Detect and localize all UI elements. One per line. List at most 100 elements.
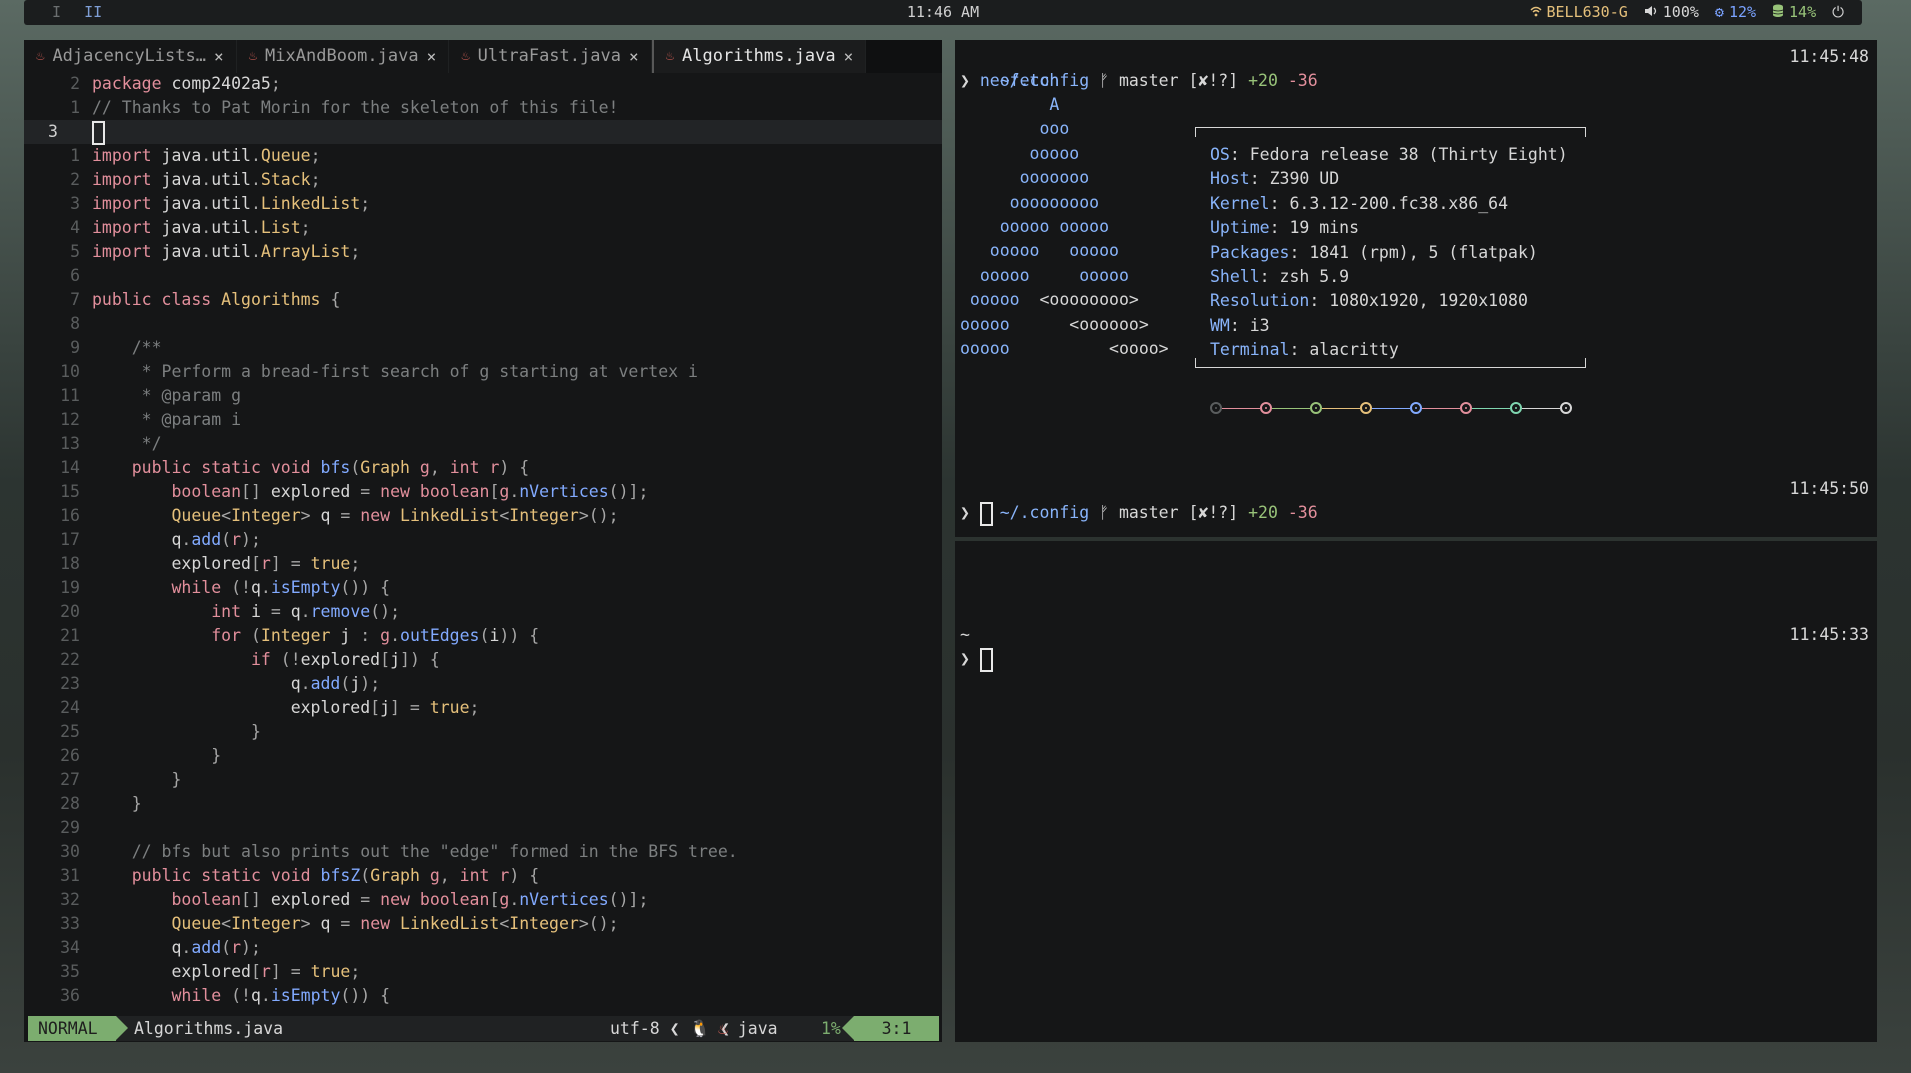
- code-line[interactable]: 12 * @param i: [24, 408, 942, 432]
- code-line[interactable]: 36 while (!q.isEmpty()) {: [24, 984, 942, 1008]
- info-row: Terminal: alacritty: [1210, 338, 1399, 362]
- code-line[interactable]: 34 q.add(r);: [24, 936, 942, 960]
- prompt-line: ~/.config ᚠ master [✘!?] +20 -36: [999, 71, 1318, 90]
- volume-status[interactable]: 100%: [1644, 0, 1699, 25]
- code-line[interactable]: 13 */: [24, 432, 942, 456]
- input-line[interactable]: ❯: [960, 647, 993, 672]
- tab-mixandboom[interactable]: ♨ MixAndBoom.java ×: [237, 40, 450, 73]
- info-value: : 6.3.12-200.fc38.x86_64: [1269, 193, 1509, 213]
- logo-line: ooo: [960, 119, 1070, 139]
- line-number: 17: [60, 530, 80, 549]
- code-line[interactable]: 18 explored[r] = true;: [24, 552, 942, 576]
- code-line[interactable]: 24 explored[j] = true;: [24, 696, 942, 720]
- palette-connector: [1472, 408, 1510, 409]
- info-value: : alacritty: [1289, 340, 1399, 360]
- info-key: Packages: [1210, 242, 1290, 262]
- line-number: 32: [60, 890, 80, 909]
- line-number: 1: [70, 98, 80, 117]
- line-number: 18: [60, 554, 80, 573]
- code-line[interactable]: 33 Queue<Integer> q = new LinkedList<Int…: [24, 912, 942, 936]
- code-line[interactable]: 20 int i = q.remove();: [24, 600, 942, 624]
- color-palette: [1210, 402, 1572, 416]
- code-line[interactable]: 5 import java.util.ArrayList;: [24, 240, 942, 264]
- wifi-status[interactable]: BELL630-G: [1529, 0, 1628, 25]
- line-text: while (!q.isEmpty()) {: [171, 578, 391, 597]
- code-line[interactable]: 17 q.add(r);: [24, 528, 942, 552]
- code-line[interactable]: 26 }: [24, 744, 942, 768]
- code-line[interactable]: 31 public static void bfsZ(Graph g, int …: [24, 864, 942, 888]
- code-line[interactable]: 2 package comp2402a5;: [24, 72, 942, 96]
- close-icon[interactable]: ×: [629, 40, 639, 73]
- code-line[interactable]: 6: [24, 264, 942, 288]
- line-number: 8: [70, 314, 80, 333]
- code-line[interactable]: 1 // Thanks to Pat Morin for the skeleton…: [24, 96, 942, 120]
- code-line[interactable]: 15 boolean[] explored = new boolean[g.nV…: [24, 480, 942, 504]
- git-branch-icon: ᚠ: [1099, 71, 1109, 90]
- line-number: 33: [60, 914, 80, 933]
- line-text: boolean[] explored = new boolean[g.nVert…: [171, 482, 649, 501]
- code-line[interactable]: 2 import java.util.Stack;: [24, 168, 942, 192]
- line-number: 21: [60, 626, 80, 645]
- code-line[interactable]: 27 }: [24, 768, 942, 792]
- code-line[interactable]: 25 }: [24, 720, 942, 744]
- code-line[interactable]: 30 // bfs but also prints out the "edge"…: [24, 840, 942, 864]
- input-line[interactable]: ❯: [960, 501, 993, 526]
- line-text: boolean[] explored = new boolean[g.nVert…: [171, 890, 649, 909]
- status-percent: 1%: [821, 1019, 841, 1038]
- line-text: explored[r] = true;: [171, 962, 361, 981]
- code-line[interactable]: 8: [24, 312, 942, 336]
- code-line[interactable]: 19 while (!q.isEmpty()) {: [24, 576, 942, 600]
- info-value: : 19 mins: [1269, 218, 1360, 238]
- wifi-ssid: BELL630-G: [1546, 3, 1628, 21]
- tab-ultrafast[interactable]: ♨ UltraFast.java ×: [449, 40, 652, 73]
- code-line[interactable]: 3: [24, 120, 942, 145]
- close-icon[interactable]: ×: [214, 40, 224, 73]
- code-line[interactable]: 7 public class Algorithms {: [24, 288, 942, 312]
- status-filename: Algorithms.java: [134, 1019, 284, 1038]
- code-line[interactable]: 23 q.add(j);: [24, 672, 942, 696]
- tab-adjacencylists[interactable]: ♨ AdjacencyLists… ×: [24, 40, 237, 73]
- terminal-bottom[interactable]: ~ 11:45:33 ❯: [955, 541, 1877, 1042]
- palette-dot: [1210, 402, 1222, 414]
- tab-algorithms[interactable]: ♨ Algorithms.java ×: [651, 40, 867, 73]
- logo-line: ooooo ooooo: [960, 265, 1129, 285]
- logo-line: ooooo ooooo: [960, 217, 1110, 236]
- code-area[interactable]: 2 package comp2402a5; 1 // Thanks to Pat Mo…: [24, 72, 942, 1008]
- code-line[interactable]: 32 boolean[] explored = new boolean[g.nV…: [24, 888, 942, 912]
- line-number: 3: [70, 194, 80, 213]
- close-icon[interactable]: ×: [844, 40, 854, 73]
- power-button[interactable]: ⏻: [1832, 0, 1844, 25]
- code-line[interactable]: 10 * Perform a bread-first search of g s…: [24, 360, 942, 384]
- code-line[interactable]: 21 for (Integer j : g.outEdges(i)) {: [24, 624, 942, 648]
- position-separator: [842, 1016, 854, 1040]
- code-line[interactable]: 1 import java.util.Queue;: [24, 144, 942, 168]
- code-line[interactable]: 14 public static void bfs(Graph g, int r…: [24, 456, 942, 480]
- line-number: 20: [60, 602, 80, 621]
- line-text: public static void bfsZ(Graph g, int r) …: [131, 866, 540, 885]
- code-line[interactable]: 16 Queue<Integer> q = new LinkedList<Int…: [24, 504, 942, 528]
- palette-dot: [1410, 402, 1422, 414]
- info-box-corner: [1195, 358, 1196, 368]
- code-line[interactable]: 9 /**: [24, 336, 942, 360]
- code-line[interactable]: 35 explored[r] = true;: [24, 960, 942, 984]
- code-line[interactable]: 22 if (!explored[j]) {: [24, 648, 942, 672]
- linux-icon: 🐧: [689, 1019, 711, 1038]
- line-number: 4: [70, 218, 80, 237]
- git-branch-icon: ᚠ: [1099, 503, 1109, 522]
- code-line[interactable]: 3 import java.util.LinkedList;: [24, 192, 942, 216]
- info-key: Shell: [1210, 267, 1260, 286]
- line-text: }: [131, 794, 142, 813]
- info-value: : zsh 5.9: [1259, 267, 1350, 286]
- editor-pane[interactable]: ♨ AdjacencyLists… × ♨ MixAndBoom.java × …: [24, 40, 942, 1042]
- code-line[interactable]: 28 }: [24, 792, 942, 816]
- line-text: public class Algorithms {: [92, 290, 341, 309]
- tab-label: UltraFast.java: [477, 46, 621, 66]
- code-line[interactable]: 4 import java.util.List;: [24, 216, 942, 240]
- terminal-top[interactable]: ~/.config ᚠ master [✘!?] +20 -36 11:45:4…: [955, 40, 1877, 537]
- close-icon[interactable]: ×: [427, 40, 437, 73]
- code-line[interactable]: 29: [24, 816, 942, 840]
- info-row: Shell: zsh 5.9: [1210, 265, 1349, 289]
- memory-value: 14%: [1789, 3, 1817, 21]
- logo-line: A: [960, 95, 1060, 114]
- code-line[interactable]: 11 * @param g: [24, 384, 942, 408]
